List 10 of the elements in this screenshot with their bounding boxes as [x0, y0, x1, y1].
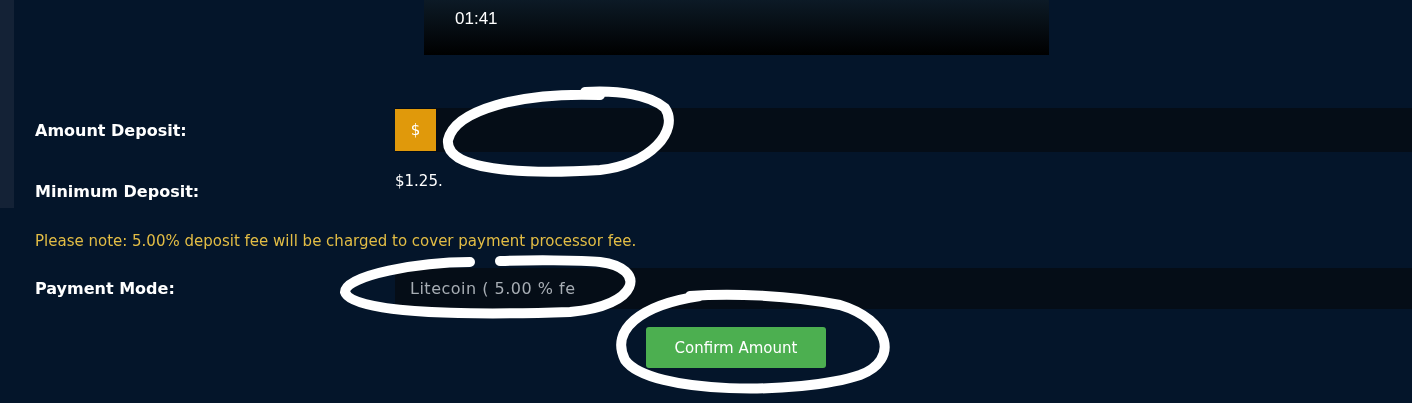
payment-mode-select[interactable]: Litecoin ( 5.00 % fe: [395, 268, 1412, 309]
field-label: Amount Deposit:: [34, 120, 188, 140]
video-time: 01:41: [455, 9, 498, 28]
currency-badge: $: [395, 109, 436, 151]
confirm-amount-button[interactable]: Confirm Amount: [646, 327, 826, 368]
minimum-value: $1.25.: [395, 172, 443, 190]
field-label: Minimum Deposit:: [34, 181, 201, 201]
amount-input-field[interactable]: $: [395, 108, 1412, 152]
field-label: Payment Mode:: [34, 279, 176, 298]
fee-note: Please note: 5.00% deposit fee will be charged to cover payment processor fee.: [34, 232, 638, 250]
